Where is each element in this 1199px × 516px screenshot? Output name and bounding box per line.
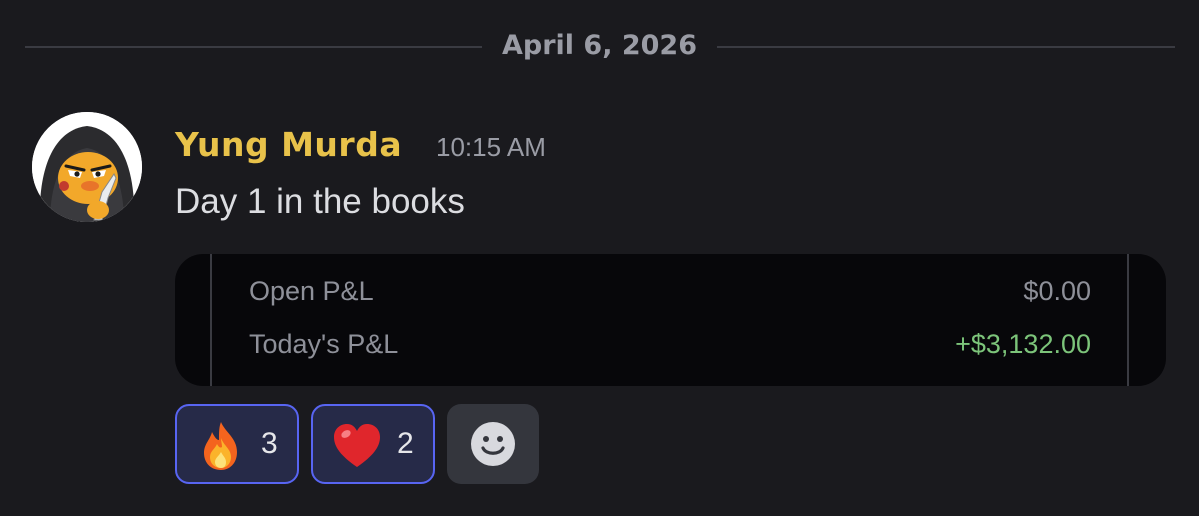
divider-line-right [717, 46, 1175, 48]
avatar[interactable] [32, 112, 142, 222]
pnl-row-open: Open P&L $0.00 [249, 271, 1091, 311]
pnl-value: +$3,132.00 [955, 329, 1091, 359]
avatar-duck-icon [32, 112, 142, 222]
pnl-label: Today's P&L [249, 329, 399, 359]
date-divider: April 6, 2026 [25, 28, 1175, 64]
author-name[interactable]: Yung Murda [175, 123, 402, 167]
message-text: Day 1 in the books [175, 182, 465, 221]
pnl-row-today: Today's P&L +$3,132.00 [249, 324, 1091, 364]
add-reaction-button[interactable] [447, 404, 539, 484]
card-border-left [210, 254, 212, 386]
reaction-count: 3 [261, 427, 278, 460]
divider-date: April 6, 2026 [501, 30, 698, 61]
pnl-label: Open P&L [249, 276, 374, 306]
card-border-right [1127, 254, 1129, 386]
message-timestamp: 10:15 AM [436, 132, 546, 162]
smiley-icon [471, 422, 515, 466]
pnl-value: $0.00 [1023, 276, 1091, 306]
heart-icon [334, 424, 380, 467]
pnl-card: Open P&L $0.00 Today's P&L +$3,132.00 [175, 254, 1166, 386]
reaction-fire[interactable]: 3 [175, 404, 299, 484]
fire-icon [204, 422, 237, 470]
divider-line-left [25, 46, 482, 48]
chat-view: April 6, 2026 Yung Murda 10:15 AM Day 1 … [0, 0, 1199, 516]
reaction-count: 2 [397, 427, 414, 460]
reaction-heart[interactable]: 2 [311, 404, 435, 484]
